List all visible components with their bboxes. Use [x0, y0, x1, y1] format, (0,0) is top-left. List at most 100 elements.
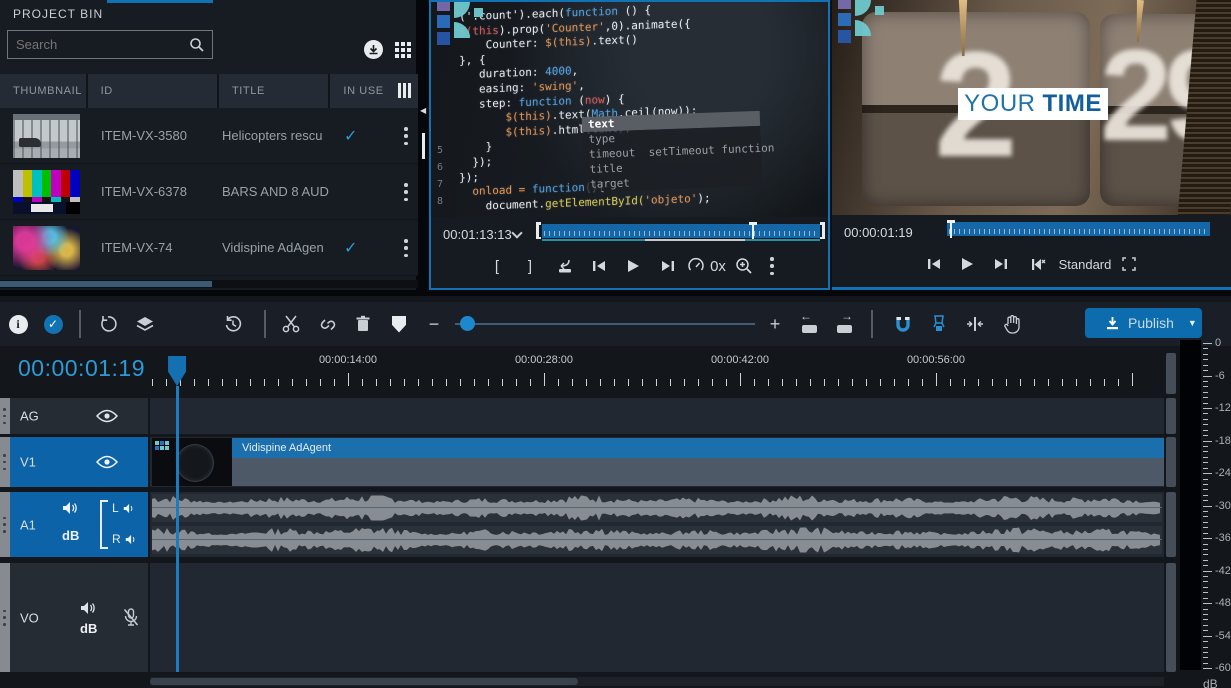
- track-header-v1[interactable]: V1: [0, 437, 148, 487]
- speaker-icon[interactable]: [123, 503, 136, 514]
- gain-db-label[interactable]: dB: [62, 528, 79, 543]
- mark-out-button[interactable]: ]: [517, 253, 543, 279]
- info-icon[interactable]: i: [5, 311, 31, 337]
- download-icon[interactable]: [364, 40, 383, 59]
- timeline-vertical-scrollbar[interactable]: [1166, 492, 1176, 557]
- divider-handle[interactable]: [422, 133, 425, 159]
- audio-clip-channel-right[interactable]: [152, 526, 1162, 554]
- source-timecode[interactable]: 00:01:13:13: [443, 227, 512, 242]
- timeline-horizontal-scrollbar[interactable]: [150, 677, 1164, 686]
- speaker-icon[interactable]: [80, 601, 97, 615]
- chevron-down-icon[interactable]: [511, 227, 522, 238]
- jump-to-marker-icon[interactable]: [1023, 251, 1049, 277]
- track-drag-handle[interactable]: [0, 437, 10, 487]
- razor-tool-icon[interactable]: [926, 311, 952, 337]
- timeline-vertical-scrollbar[interactable]: [1166, 437, 1176, 487]
- timeline-ruler[interactable]: 00:00:14:0000:00:28:0000:00:42:0000:00:5…: [150, 351, 1164, 386]
- visibility-eye-icon[interactable]: [96, 455, 118, 469]
- program-scrubber[interactable]: [947, 222, 1210, 236]
- panel-divider[interactable]: ◀: [418, 0, 429, 290]
- mic-muted-icon[interactable]: [122, 607, 140, 629]
- lane-a1[interactable]: [150, 492, 1164, 557]
- hand-tool-icon[interactable]: [999, 311, 1025, 337]
- marker-icon[interactable]: [386, 311, 412, 337]
- trim-tool-icon[interactable]: [962, 311, 988, 337]
- zoom-slider-knob[interactable]: [460, 316, 475, 331]
- nudge-left-icon[interactable]: ←: [797, 311, 823, 337]
- timeline-vertical-scrollbar[interactable]: [1166, 398, 1176, 434]
- unlink-icon[interactable]: [314, 311, 340, 337]
- insert-to-timeline-icon[interactable]: [552, 253, 578, 279]
- table-row[interactable]: ITEM-VX-74 Vidispine AdAgen ✓: [0, 220, 418, 276]
- table-row[interactable]: ITEM-VX-6378 BARS AND 8 AUD: [0, 164, 418, 220]
- column-id[interactable]: ID: [88, 74, 217, 108]
- timeline-vertical-scrollbar[interactable]: [1166, 353, 1176, 394]
- mark-in-button[interactable]: [: [484, 253, 510, 279]
- program-player[interactable]: 2 29 YOUR TIME 00:00:01:19: [832, 0, 1231, 290]
- grid-view-icon[interactable]: [395, 42, 412, 59]
- play-icon[interactable]: [620, 253, 646, 279]
- speaker-icon[interactable]: [62, 501, 79, 515]
- audio-clip-channel-left[interactable]: [152, 494, 1162, 522]
- cut-icon[interactable]: [278, 311, 304, 337]
- play-icon[interactable]: [954, 251, 980, 277]
- video-clip[interactable]: Vidispine AdAgent: [152, 438, 1164, 486]
- lane-v1[interactable]: Vidispine AdAgent: [150, 437, 1164, 487]
- track-header-a1[interactable]: A1 dB L R: [0, 492, 148, 557]
- in-point-marker[interactable]: [536, 222, 541, 239]
- playhead-line[interactable]: [176, 386, 179, 672]
- more-options-icon[interactable]: [759, 253, 785, 279]
- row-menu-icon[interactable]: [404, 127, 408, 145]
- zoom-in-icon[interactable]: [731, 253, 757, 279]
- history-icon[interactable]: [220, 311, 246, 337]
- search-icon[interactable]: [189, 37, 205, 53]
- track-drag-handle[interactable]: [0, 398, 10, 434]
- scrubber-playhead[interactable]: [950, 220, 952, 238]
- layers-icon[interactable]: [132, 311, 158, 337]
- track-header-vo[interactable]: VO dB: [0, 563, 148, 672]
- collapse-panel-icon[interactable]: ◀: [420, 106, 426, 115]
- snap-magnet-icon[interactable]: [890, 311, 916, 337]
- source-video-viewport[interactable]: ('.count').each(function () {$(this).pro…: [431, 2, 828, 217]
- previous-frame-icon[interactable]: [921, 251, 947, 277]
- lane-ag[interactable]: [150, 398, 1164, 434]
- quality-selector[interactable]: Standard: [1054, 251, 1116, 277]
- track-drag-handle[interactable]: [0, 563, 10, 672]
- scrubber-playhead[interactable]: [752, 222, 754, 240]
- program-video-viewport[interactable]: 2 29 YOUR TIME: [832, 0, 1231, 215]
- lane-vo[interactable]: [150, 563, 1164, 672]
- row-menu-icon[interactable]: [404, 183, 408, 201]
- visibility-eye-icon[interactable]: [96, 409, 118, 423]
- next-frame-icon[interactable]: [655, 253, 681, 279]
- channel-left[interactable]: L: [112, 501, 136, 515]
- zoom-slider[interactable]: [455, 323, 755, 325]
- row-menu-icon[interactable]: [404, 239, 408, 257]
- timeline-vertical-scrollbar[interactable]: [1166, 563, 1176, 672]
- gain-db-label[interactable]: dB: [80, 621, 97, 636]
- table-row[interactable]: ITEM-VX-3580 Helicopters rescu ✓: [0, 108, 418, 164]
- column-title[interactable]: TITLE: [219, 74, 328, 108]
- fullscreen-icon[interactable]: [1116, 251, 1142, 277]
- track-header-ag[interactable]: AG: [0, 398, 148, 434]
- channel-right[interactable]: R: [112, 532, 138, 546]
- speaker-icon[interactable]: [125, 534, 138, 545]
- zoom-out-icon[interactable]: −: [421, 311, 447, 337]
- next-frame-icon[interactable]: [988, 251, 1014, 277]
- search-input[interactable]: [8, 31, 178, 58]
- source-scrubber[interactable]: [542, 224, 820, 238]
- confirm-icon[interactable]: ✓: [40, 311, 66, 337]
- zoom-in-plus-icon[interactable]: +: [762, 311, 788, 337]
- source-player[interactable]: ('.count').each(function () {$(this).pro…: [429, 0, 830, 290]
- column-in-use[interactable]: IN USE: [330, 74, 418, 108]
- track-drag-handle[interactable]: [0, 492, 10, 557]
- column-thumbnail[interactable]: THUMBNAIL: [0, 74, 86, 108]
- publish-dropdown-caret[interactable]: ▼: [1188, 318, 1197, 328]
- columns-settings-icon[interactable]: [398, 83, 412, 98]
- nudge-right-icon[interactable]: →: [832, 311, 858, 337]
- previous-frame-icon[interactable]: [586, 253, 612, 279]
- bin-horizontal-scrollbar[interactable]: [0, 280, 418, 288]
- undo-icon[interactable]: [95, 311, 121, 337]
- playhead-marker[interactable]: [168, 356, 186, 386]
- delete-icon[interactable]: [350, 311, 376, 337]
- out-point-marker[interactable]: [820, 222, 825, 239]
